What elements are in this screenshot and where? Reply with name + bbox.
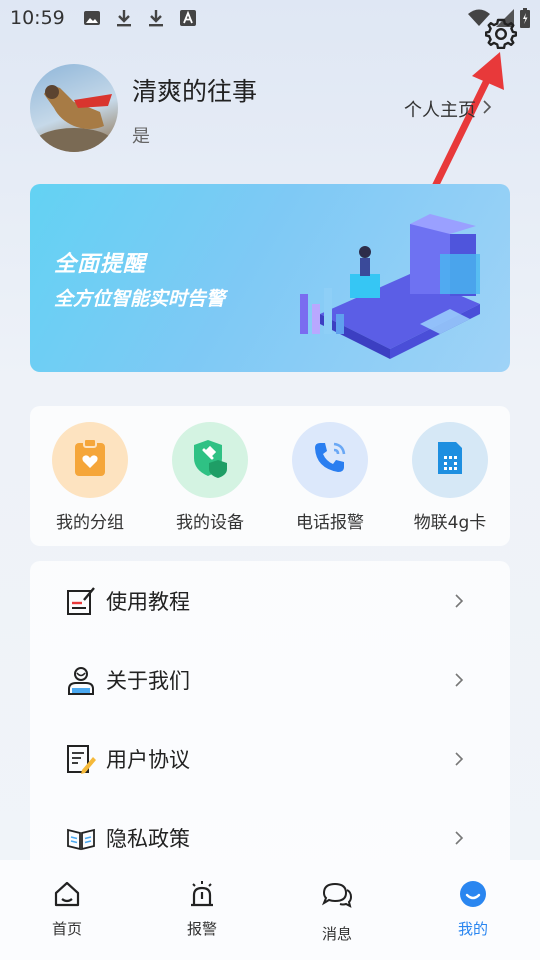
avatar[interactable]	[30, 64, 118, 152]
promo-banner[interactable]: 全面提醒 全方位智能实时告警	[30, 184, 510, 372]
gear-icon	[484, 17, 518, 53]
nav-label: 消息	[321, 925, 352, 943]
menu-item-about-us[interactable]: 关于我们	[30, 640, 510, 719]
menu-label: 用户协议	[106, 747, 190, 772]
chevron-right-icon	[454, 593, 470, 609]
quick-action-label: 物联4g卡	[413, 513, 487, 533]
nav-label: 报警	[186, 920, 217, 938]
settings-button[interactable]	[484, 18, 518, 52]
menu-item-tutorial[interactable]: 使用教程	[30, 561, 510, 640]
menu-label: 使用教程	[106, 589, 190, 614]
notification-icons	[83, 9, 197, 27]
menu-item-user-agreement[interactable]: 用户协议	[30, 719, 510, 798]
alarm-icon	[188, 880, 216, 912]
phone-icon	[312, 440, 348, 480]
message-icon	[321, 880, 353, 914]
banner-title: 全面提醒	[54, 252, 147, 277]
username: 清爽的往事	[132, 77, 258, 106]
sim-card-icon	[436, 440, 464, 480]
chevron-right-icon	[454, 672, 470, 688]
group-icon-circle	[52, 422, 128, 498]
menu-label: 隐私政策	[106, 826, 190, 851]
menu-label: 关于我们	[106, 668, 190, 693]
chevron-right-icon	[454, 830, 470, 846]
avatar-image	[34, 85, 114, 152]
tutorial-icon	[64, 584, 98, 618]
device-shield-icon	[192, 438, 228, 482]
quick-action-phone-alarm[interactable]: 电话报警	[270, 422, 390, 538]
chevron-right-icon	[482, 99, 492, 120]
smart-alert-illustration	[300, 214, 480, 359]
group-icon	[73, 438, 107, 482]
user-subtitle: 是	[132, 126, 150, 147]
nav-label: 我的	[457, 920, 488, 938]
status-time: 10:59	[10, 7, 65, 29]
quick-action-my-group[interactable]: 我的分组	[30, 422, 150, 538]
status-bar: 10:59	[0, 0, 540, 36]
nav-label: 首页	[51, 920, 82, 938]
keyboard-notification-icon	[179, 9, 197, 27]
bottom-navigation: 首页 报警 消息 我的	[0, 860, 540, 960]
quick-action-label: 我的设备	[176, 513, 244, 533]
nav-tab-alarm[interactable]: 报警	[157, 880, 247, 950]
phone-icon-circle	[292, 422, 368, 498]
nav-tab-profile[interactable]: 我的	[428, 880, 518, 950]
nav-tab-messages[interactable]: 消息	[292, 880, 382, 950]
download-notification-icon-2	[147, 9, 165, 27]
sim-card-icon-circle	[412, 422, 488, 498]
nav-tab-home[interactable]: 首页	[22, 880, 112, 950]
quick-actions-card: 我的分组 我的设备 电话报警 物联4g卡	[30, 406, 510, 546]
about-us-icon	[64, 663, 98, 697]
quick-action-label: 电话报警	[296, 513, 364, 533]
image-notification-icon	[83, 9, 101, 27]
user-agreement-icon	[64, 742, 98, 776]
device-icon-circle	[172, 422, 248, 498]
home-icon	[53, 880, 81, 912]
quick-action-my-device[interactable]: 我的设备	[150, 422, 270, 538]
battery-icon	[520, 8, 530, 32]
banner-subtitle: 全方位智能实时告警	[54, 288, 226, 310]
quick-action-label: 我的分组	[56, 513, 124, 533]
download-notification-icon	[115, 9, 133, 27]
chevron-right-icon	[454, 751, 470, 767]
personal-homepage-link[interactable]: 个人主页	[404, 96, 492, 122]
quick-action-iot-4g-card[interactable]: 物联4g卡	[390, 422, 510, 538]
personal-homepage-label: 个人主页	[404, 100, 476, 121]
privacy-policy-icon	[64, 821, 98, 855]
settings-menu-card: 使用教程 关于我们 用户协议 隐私政策	[30, 561, 510, 881]
profile-icon	[459, 880, 487, 912]
